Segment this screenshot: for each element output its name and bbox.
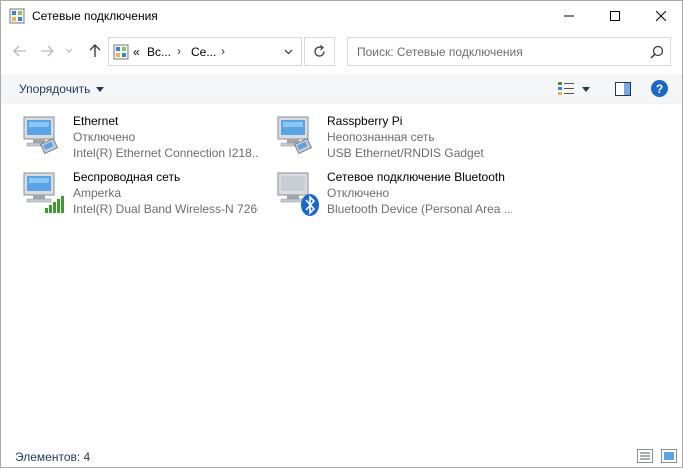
search-input[interactable] bbox=[357, 44, 637, 60]
connection-status: Неопознанная сеть bbox=[327, 130, 435, 144]
connection-device: Bluetooth Device (Personal Area ... bbox=[327, 202, 512, 216]
large-icons-view-icon[interactable] bbox=[661, 449, 677, 463]
search-box[interactable] bbox=[347, 37, 671, 66]
connection-status: Amperka bbox=[73, 186, 122, 200]
breadcrumb-separator[interactable]: › bbox=[177, 44, 181, 58]
connection-status: Отключено bbox=[327, 186, 390, 200]
forward-button[interactable] bbox=[36, 39, 58, 63]
address-history-button[interactable] bbox=[281, 46, 295, 58]
wireless-network-icon bbox=[23, 172, 64, 213]
arrow-right-icon bbox=[41, 45, 54, 57]
details-view-icon[interactable] bbox=[637, 449, 653, 463]
arrow-up-icon bbox=[89, 44, 101, 57]
maximize-icon bbox=[610, 11, 620, 21]
address-overflow[interactable]: « bbox=[133, 45, 140, 59]
help-button[interactable]: ? bbox=[651, 80, 668, 97]
breadcrumb-item[interactable]: Вс... bbox=[147, 45, 171, 59]
connection-status: Отключено bbox=[73, 130, 136, 144]
chevron-down-icon bbox=[65, 48, 73, 53]
connection-device: Intel(R) Dual Band Wireless-N 7260 bbox=[73, 202, 258, 216]
minimize-icon bbox=[564, 15, 574, 17]
explorer-window: Сетевые подключения « Вс... › Се... › По… bbox=[0, 0, 683, 468]
connection-item-wireless[interactable]: Беспроводная сеть Amperka Intel(R) Dual … bbox=[19, 170, 269, 222]
connection-name: Rasspberry Pi bbox=[327, 114, 403, 128]
arrow-left-icon bbox=[13, 45, 26, 57]
organize-label: Упорядочить bbox=[19, 82, 91, 96]
status-bar: Элементов: 4 bbox=[1, 447, 682, 467]
network-connections-app-icon bbox=[9, 8, 25, 24]
refresh-icon bbox=[314, 45, 325, 57]
wired-network-icon bbox=[23, 116, 59, 155]
connection-name: Ethernet bbox=[73, 114, 119, 128]
caret-down-icon bbox=[96, 86, 105, 92]
maximize-button[interactable] bbox=[592, 1, 638, 31]
connection-item-raspberry-pi[interactable]: Rasspberry Pi Неопознанная сеть USB Ethe… bbox=[273, 114, 523, 166]
breadcrumb-item[interactable]: Се... bbox=[191, 45, 216, 59]
change-view-button[interactable] bbox=[558, 80, 598, 98]
connection-name: Беспроводная сеть bbox=[73, 170, 181, 184]
connection-item-bluetooth[interactable]: Сетевое подключение Bluetooth Отключено … bbox=[273, 170, 523, 222]
command-bar: Упорядочить ? bbox=[1, 74, 682, 104]
recent-locations-button[interactable] bbox=[61, 39, 77, 63]
breadcrumb-separator[interactable]: › bbox=[221, 44, 225, 58]
item-count: Элементов: 4 bbox=[15, 450, 91, 464]
up-button[interactable] bbox=[84, 39, 106, 63]
search-icon[interactable] bbox=[650, 45, 664, 59]
refresh-button[interactable] bbox=[304, 37, 335, 66]
view-options-icon bbox=[558, 82, 574, 95]
wired-network-icon bbox=[277, 116, 313, 155]
title-bar: Сетевые подключения bbox=[1, 1, 682, 31]
bluetooth-network-icon bbox=[277, 172, 319, 216]
preview-pane-icon[interactable] bbox=[614, 80, 632, 98]
connection-name: Сетевое подключение Bluetooth bbox=[327, 170, 505, 184]
network-connections-folder-icon bbox=[113, 44, 129, 60]
address-bar[interactable]: « Вс... › Се... › bbox=[108, 37, 302, 66]
caret-down-icon bbox=[582, 86, 590, 92]
connection-item-ethernet[interactable]: Ethernet Отключено Intel(R) Ethernet Con… bbox=[19, 114, 269, 166]
connection-device: USB Ethernet/RNDIS Gadget bbox=[327, 146, 484, 160]
back-button[interactable] bbox=[9, 39, 31, 63]
connection-device: Intel(R) Ethernet Connection I218... bbox=[73, 146, 258, 160]
chevron-down-icon bbox=[284, 49, 292, 55]
close-button[interactable] bbox=[638, 1, 683, 31]
close-icon bbox=[656, 11, 666, 21]
organize-button[interactable]: Упорядочить bbox=[19, 82, 105, 96]
minimize-button[interactable] bbox=[546, 1, 592, 31]
window-title: Сетевые подключения bbox=[32, 9, 158, 23]
